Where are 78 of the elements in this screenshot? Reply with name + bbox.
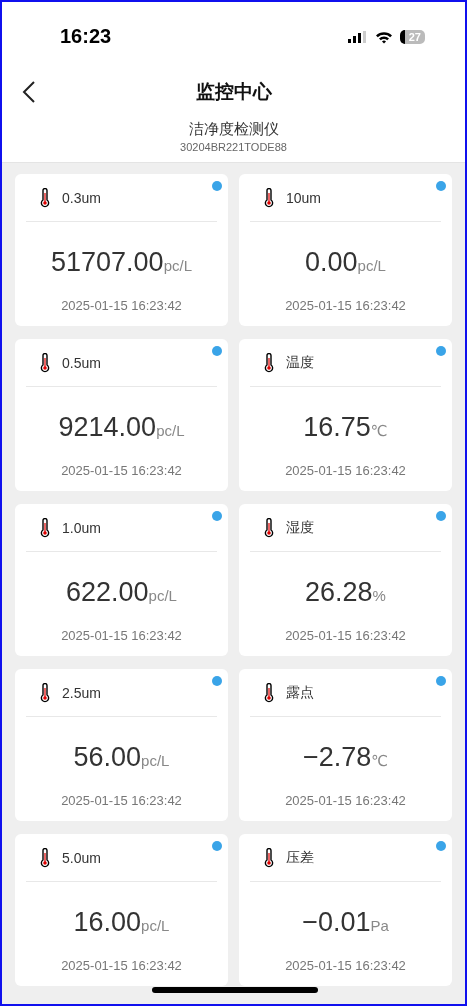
sensor-value: 26.28 [305, 577, 373, 608]
unit-label: pc/L [141, 917, 170, 934]
sensor-value: 16.75 [303, 412, 371, 443]
battery-indicator: 27 [399, 30, 425, 44]
thermometer-icon [40, 682, 50, 703]
thermometer-icon [40, 517, 50, 538]
sensor-card[interactable]: 2.5um 56.00pc/L 2025-01-15 16:23:42 [15, 669, 228, 821]
status-dot [212, 511, 222, 521]
status-dot [212, 346, 222, 356]
status-dot [212, 181, 222, 191]
sensor-value: −2.78 [302, 742, 372, 773]
unit-label: ℃ [371, 752, 389, 770]
thermometer-icon [264, 187, 274, 208]
sensor-value: 56.00 [73, 742, 142, 773]
thermometer-icon [40, 187, 50, 208]
thermometer-icon [264, 682, 274, 703]
unit-label: ℃ [370, 422, 388, 440]
sensor-value: 51707.00 [51, 247, 164, 278]
back-icon[interactable] [22, 81, 36, 103]
device-serial: 30204BR221TODE88 [179, 141, 288, 153]
thermometer-icon [40, 847, 50, 868]
signal-icon [347, 31, 368, 43]
sensor-card[interactable]: 压差 −0.01Pa 2025-01-15 16:23:42 [239, 834, 452, 986]
sensor-card[interactable]: 5.0um 16.00pc/L 2025-01-15 16:23:42 [15, 834, 228, 986]
thermometer-icon [264, 847, 274, 868]
sensor-value: 9214.00 [58, 412, 157, 443]
timestamp: 2025-01-15 16:23:42 [60, 793, 183, 808]
wifi-icon [374, 30, 393, 44]
device-name: 洁净度检测仪 [187, 120, 280, 139]
unit-label: % [372, 587, 386, 604]
sensor-card[interactable]: 露点 −2.78℃ 2025-01-15 16:23:42 [239, 669, 452, 821]
sensor-card[interactable]: 0.5um 9214.00pc/L 2025-01-15 16:23:42 [15, 339, 228, 491]
sensor-value: 16.00 [73, 907, 142, 938]
thermometer-icon [264, 517, 274, 538]
timestamp: 2025-01-15 16:23:42 [284, 463, 407, 478]
sensor-card[interactable]: 湿度 26.28% 2025-01-15 16:23:42 [239, 504, 452, 656]
thermometer-icon [264, 352, 274, 373]
sensor-label: 1.0um [62, 519, 101, 536]
timestamp: 2025-01-15 16:23:42 [60, 958, 183, 973]
sensor-label: 湿度 [286, 518, 314, 537]
sensor-label: 压差 [286, 848, 314, 867]
unit-label: Pa [370, 917, 389, 934]
unit-label: pc/L [141, 752, 170, 769]
unit-label: pc/L [148, 587, 177, 604]
sensor-card[interactable]: 0.3um 51707.00pc/L 2025-01-15 16:23:42 [15, 174, 228, 326]
timestamp: 2025-01-15 16:23:42 [284, 298, 407, 313]
unit-label: pc/L [163, 257, 192, 274]
sensor-card[interactable]: 10um 0.00pc/L 2025-01-15 16:23:42 [239, 174, 452, 326]
status-dot [436, 181, 446, 191]
status-dot [436, 841, 446, 851]
sensor-label: 露点 [286, 683, 314, 702]
unit-label: pc/L [357, 257, 386, 274]
sensor-label: 2.5um [62, 684, 101, 701]
status-dot [436, 511, 446, 521]
sensor-value: −0.01 [302, 907, 371, 938]
sensor-label: 0.3um [62, 189, 101, 206]
timestamp: 2025-01-15 16:23:42 [284, 793, 407, 808]
sensor-card[interactable]: 1.0um 622.00pc/L 2025-01-15 16:23:42 [15, 504, 228, 656]
sensor-label: 5.0um [62, 849, 101, 866]
sensor-value: 0.00 [305, 247, 358, 278]
status-time: 16:23 [60, 24, 112, 48]
timestamp: 2025-01-15 16:23:42 [284, 958, 407, 973]
sensor-label: 0.5um [62, 354, 101, 371]
thermometer-icon [40, 352, 50, 373]
timestamp: 2025-01-15 16:23:42 [60, 463, 183, 478]
timestamp: 2025-01-15 16:23:42 [284, 628, 407, 643]
sensor-label: 10um [286, 189, 322, 206]
status-dot [212, 841, 222, 851]
status-dot [436, 676, 446, 686]
status-dot [212, 676, 222, 686]
sensor-card[interactable]: 温度 16.75℃ 2025-01-15 16:23:42 [239, 339, 452, 491]
sensor-value: 622.00 [66, 577, 149, 608]
status-dot [436, 346, 446, 356]
page-title: 监控中心 [195, 80, 272, 104]
timestamp: 2025-01-15 16:23:42 [60, 298, 183, 313]
unit-label: pc/L [156, 422, 185, 439]
sensor-label: 温度 [286, 353, 314, 372]
timestamp: 2025-01-15 16:23:42 [60, 628, 183, 643]
